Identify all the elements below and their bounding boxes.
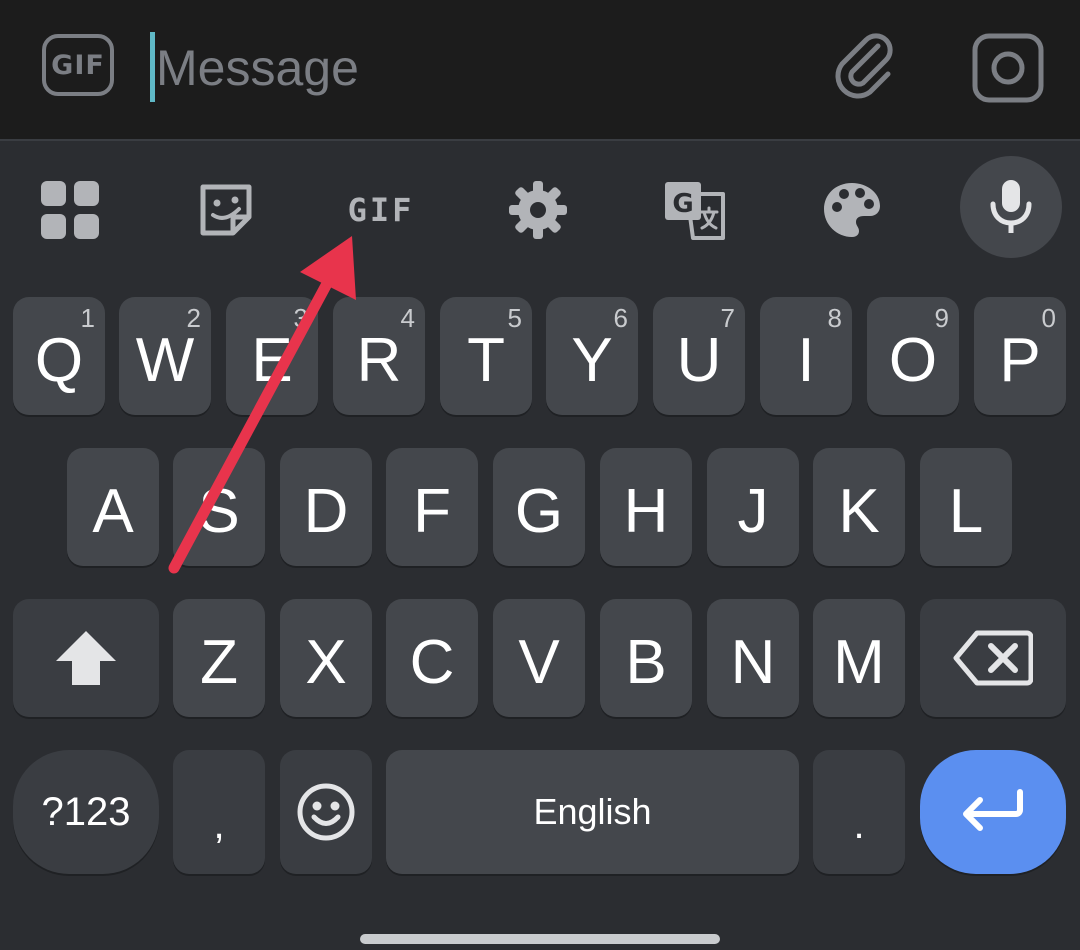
emoji-key[interactable] bbox=[280, 750, 372, 874]
key-hint: 3 bbox=[293, 303, 308, 333]
key-e[interactable]: 3 E bbox=[226, 297, 318, 415]
period-key[interactable]: . bbox=[813, 750, 905, 874]
key-label: U bbox=[676, 325, 722, 395]
key-p[interactable]: 0 P bbox=[974, 297, 1066, 415]
backspace-key[interactable] bbox=[920, 599, 1066, 717]
key-label: W bbox=[135, 325, 195, 395]
key-hint: 9 bbox=[934, 303, 949, 333]
smiley-icon bbox=[297, 783, 355, 841]
enter-key[interactable] bbox=[920, 750, 1066, 874]
key-t[interactable]: 5 T bbox=[440, 297, 532, 415]
key-f[interactable]: F bbox=[386, 448, 478, 566]
key-hint: 2 bbox=[186, 303, 201, 333]
key-o[interactable]: 9 O bbox=[867, 297, 959, 415]
space-key[interactable]: English bbox=[386, 750, 799, 874]
key-hint: 8 bbox=[827, 303, 842, 333]
enter-arrow-icon bbox=[963, 789, 1023, 831]
key-label: G bbox=[514, 476, 564, 546]
key-hint: 6 bbox=[613, 303, 628, 333]
gif-keyboard-button[interactable]: GIF bbox=[336, 172, 426, 248]
gesture-handle[interactable] bbox=[360, 934, 720, 944]
key-label: H bbox=[623, 476, 669, 546]
shift-key[interactable] bbox=[13, 599, 159, 717]
gear-icon[interactable] bbox=[500, 172, 576, 248]
key-label: F bbox=[413, 476, 451, 546]
key-hint: 5 bbox=[507, 303, 522, 333]
key-label: O bbox=[888, 325, 938, 395]
keyboard-screen: GIF Message GIF G 1 Q 2 W 3 E 4 R 5 T 6 … bbox=[0, 0, 1080, 950]
key-label: X bbox=[305, 627, 347, 697]
divider bbox=[0, 139, 1080, 141]
key-hint: 1 bbox=[80, 303, 95, 333]
comma-key-label: , bbox=[213, 803, 225, 847]
key-label: T bbox=[467, 325, 505, 395]
theme-palette-icon[interactable] bbox=[814, 172, 890, 248]
key-z[interactable]: Z bbox=[173, 599, 265, 717]
key-r[interactable]: 4 R bbox=[333, 297, 425, 415]
symbols-key[interactable]: ?123 bbox=[13, 750, 159, 874]
comma-key[interactable]: , bbox=[173, 750, 265, 874]
key-label: C bbox=[409, 627, 455, 697]
space-key-label: English bbox=[533, 791, 652, 832]
key-s[interactable]: S bbox=[173, 448, 265, 566]
period-key-label: . bbox=[853, 803, 865, 847]
key-l[interactable]: L bbox=[920, 448, 1012, 566]
key-label: M bbox=[833, 627, 885, 697]
key-x[interactable]: X bbox=[280, 599, 372, 717]
key-q[interactable]: 1 Q bbox=[13, 297, 105, 415]
shift-arrow-icon bbox=[56, 631, 116, 685]
key-y[interactable]: 6 Y bbox=[546, 297, 638, 415]
key-n[interactable]: N bbox=[707, 599, 799, 717]
key-label: D bbox=[303, 476, 349, 546]
gif-button[interactable]: GIF bbox=[42, 34, 114, 96]
compose-bar: GIF Message bbox=[0, 0, 1080, 141]
svg-text:G: G bbox=[672, 189, 693, 219]
key-i[interactable]: 8 I bbox=[760, 297, 852, 415]
key-label: Z bbox=[200, 627, 238, 697]
key-c[interactable]: C bbox=[386, 599, 478, 717]
microphone-button[interactable] bbox=[960, 156, 1062, 258]
key-label: L bbox=[948, 476, 984, 546]
key-g[interactable]: G bbox=[493, 448, 585, 566]
key-label: E bbox=[251, 325, 293, 395]
key-j[interactable]: J bbox=[707, 448, 799, 566]
key-hint: 7 bbox=[720, 303, 735, 333]
backspace-icon bbox=[953, 630, 1033, 686]
keyboard-toolbar: GIF G bbox=[0, 142, 1080, 282]
key-hint: 4 bbox=[400, 303, 415, 333]
key-label: Q bbox=[34, 325, 84, 395]
key-d[interactable]: D bbox=[280, 448, 372, 566]
paperclip-icon[interactable] bbox=[830, 32, 900, 102]
key-label: K bbox=[838, 476, 880, 546]
key-h[interactable]: H bbox=[600, 448, 692, 566]
key-u[interactable]: 7 U bbox=[653, 297, 745, 415]
key-label: P bbox=[999, 325, 1041, 395]
message-input[interactable]: Message bbox=[156, 36, 359, 100]
camera-icon[interactable] bbox=[970, 32, 1046, 104]
gif-label: GIF bbox=[347, 191, 415, 229]
key-label: Y bbox=[571, 325, 613, 395]
key-label: I bbox=[797, 325, 815, 395]
key-label: V bbox=[518, 627, 560, 697]
symbols-key-label: ?123 bbox=[41, 789, 131, 834]
key-w[interactable]: 2 W bbox=[119, 297, 211, 415]
translate-icon[interactable]: G bbox=[656, 172, 732, 248]
key-label: A bbox=[92, 476, 134, 546]
sticker-icon[interactable] bbox=[188, 172, 264, 248]
key-b[interactable]: B bbox=[600, 599, 692, 717]
text-cursor bbox=[150, 32, 155, 102]
key-hint: 0 bbox=[1041, 303, 1056, 333]
microphone-icon bbox=[990, 180, 1032, 233]
key-k[interactable]: K bbox=[813, 448, 905, 566]
key-label: B bbox=[625, 627, 667, 697]
key-v[interactable]: V bbox=[493, 599, 585, 717]
key-m[interactable]: M bbox=[813, 599, 905, 717]
key-label: J bbox=[737, 476, 769, 546]
key-label: S bbox=[198, 476, 240, 546]
key-a[interactable]: A bbox=[67, 448, 159, 566]
key-label: N bbox=[730, 627, 776, 697]
apps-grid-icon[interactable] bbox=[32, 172, 108, 248]
key-label: R bbox=[356, 325, 402, 395]
